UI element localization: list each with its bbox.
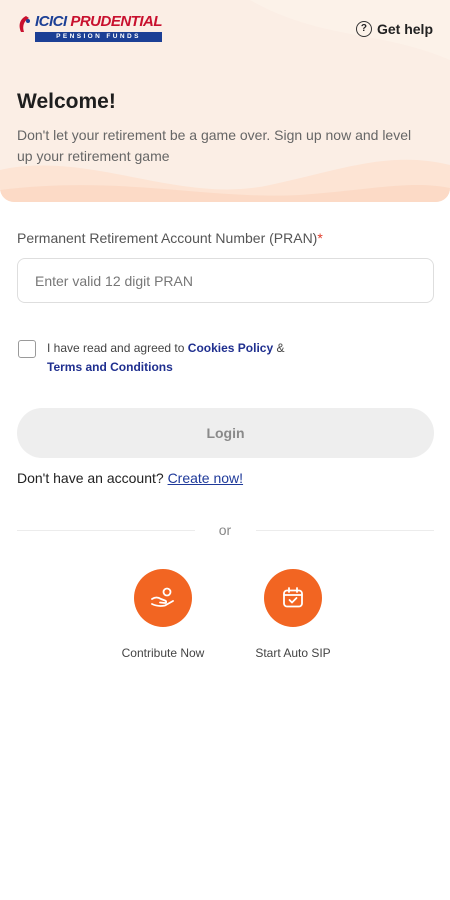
page-title: Welcome! [17,90,116,113]
logo-mark-icon [17,15,33,35]
terms-conditions-link[interactable]: Terms and Conditions [47,360,173,374]
start-auto-sip-button[interactable]: Start Auto SIP [228,569,358,660]
logo-brand-icici: ICICI [35,13,71,30]
welcome-header: ICICI PRUDENTIAL PENSION FUNDS ? Get hel… [0,0,450,202]
contribute-now-button[interactable]: Contribute Now [98,569,228,660]
question-circle-icon: ? [355,21,372,37]
start-auto-sip-circle[interactable] [264,569,322,627]
terms-checkbox[interactable] [18,340,36,358]
icici-prudential-logo: ICICI PRUDENTIAL PENSION FUNDS [17,13,163,42]
cookies-policy-link[interactable]: Cookies Policy [188,341,273,355]
calendar-check-icon [283,587,303,608]
get-help-button[interactable]: ? Get help [355,21,433,37]
login-button[interactable]: Login [17,408,434,458]
agree-and-text: & [273,341,285,355]
no-account-text: Don't have an account? [17,470,168,486]
get-help-label: Get help [376,21,433,37]
signup-prompt: Don't have an account? Create now! [17,470,243,486]
agree-prefix-text: I have read and agreed to [47,341,188,355]
terms-agreement: I have read and agreed to Cookies Policy… [18,339,428,377]
contribute-now-label: Contribute Now [121,646,205,660]
logo-subtitle: PENSION FUNDS [35,32,163,42]
pran-input[interactable] [17,258,434,303]
required-marker: * [317,230,323,246]
contribute-now-circle[interactable] [134,569,192,627]
create-account-link[interactable]: Create now! [168,470,243,486]
hand-coin-icon [151,587,174,607]
pran-label: Permanent Retirement Account Number (PRA… [17,230,323,246]
start-auto-sip-label: Start Auto SIP [255,646,331,660]
or-label: or [218,522,232,538]
logo-brand-prudential: PRUDENTIAL [70,13,163,30]
welcome-subtitle: Don't let your retirement be a game over… [17,127,412,164]
